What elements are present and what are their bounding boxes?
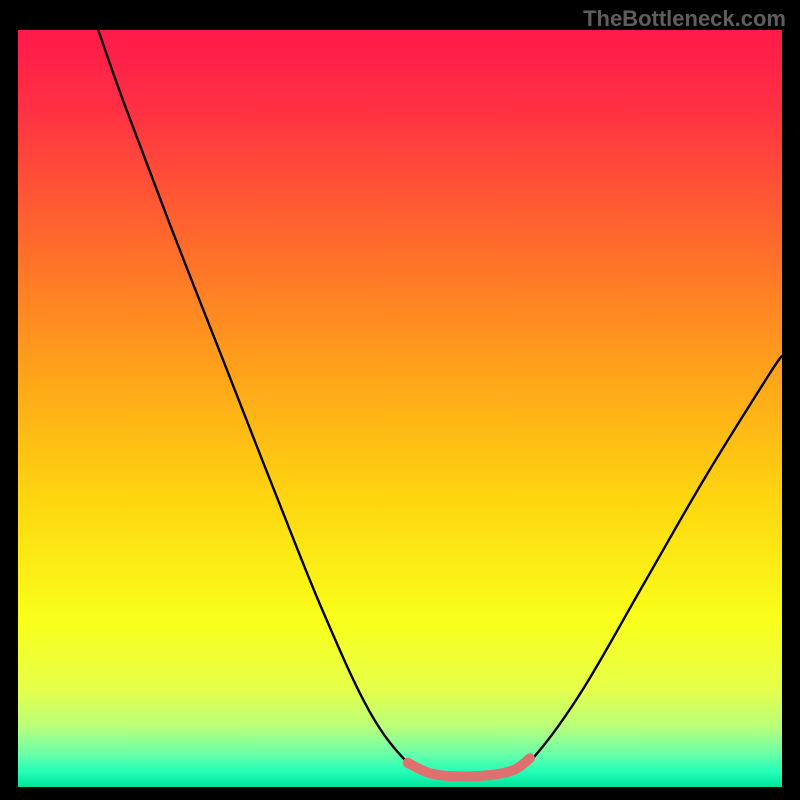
watermark-text: TheBottleneck.com [583, 6, 786, 32]
plot-area [18, 30, 782, 787]
chart-canvas [0, 0, 800, 800]
